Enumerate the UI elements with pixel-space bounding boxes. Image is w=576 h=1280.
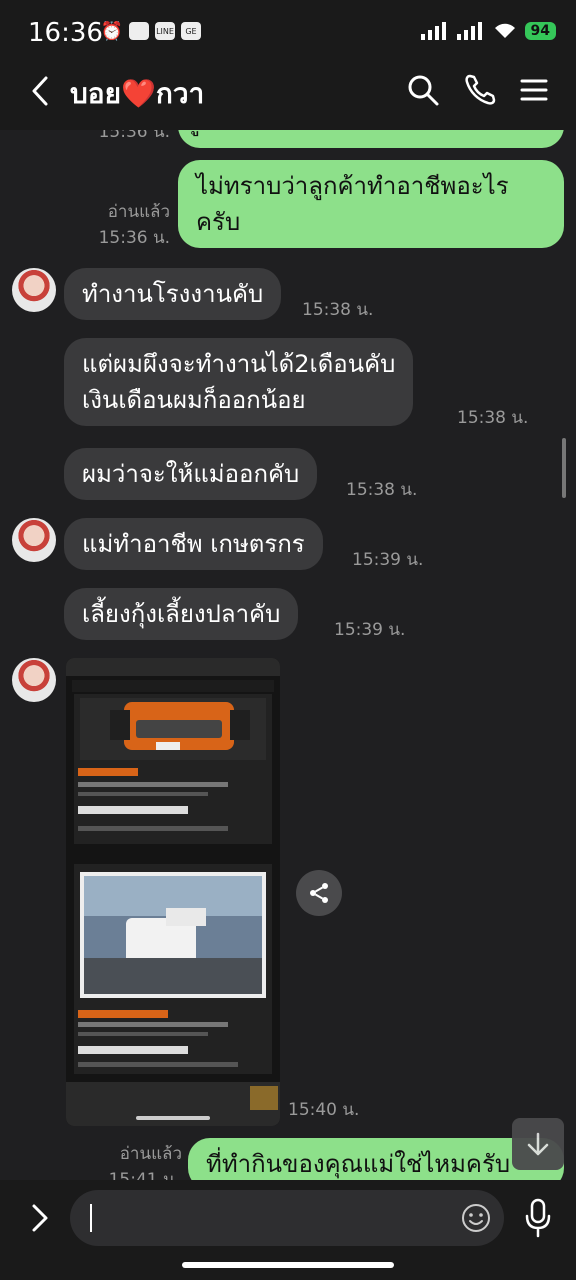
incoming-message[interactable]: เลี้ยงกุ้งเลี้ยงปลาคับ <box>64 588 299 640</box>
status-right-icons: 94 <box>420 22 556 40</box>
share-button[interactable] <box>296 870 342 916</box>
incoming-message[interactable]: แต่ผมผึงจะทำงานได้2เดือนคับ เงินเดือนผมก… <box>64 338 414 426</box>
signal-icon <box>420 22 446 40</box>
avatar[interactable] <box>12 658 56 702</box>
back-icon[interactable] <box>26 74 56 108</box>
message-time: 15:39 น. <box>334 620 406 640</box>
message-time: 15:38 น. <box>302 300 374 320</box>
image-message[interactable] <box>66 658 280 1126</box>
read-receipt: อ่านแล้ว <box>107 202 170 222</box>
incoming-message[interactable]: ผมว่าจะให้แม่ออกคับ <box>64 448 318 500</box>
outgoing-message[interactable]: ที่ทำกินของคุณแม่ใช่ไหมครับ <box>188 1138 564 1180</box>
avatar[interactable] <box>12 268 56 312</box>
search-icon[interactable] <box>405 72 441 108</box>
outgoing-message-partial[interactable]: ู <box>178 130 564 148</box>
home-indicator[interactable] <box>182 1262 394 1268</box>
share-icon <box>310 883 328 903</box>
message-time: 15:38 น. <box>457 408 529 428</box>
ge-notification-icon: GE <box>181 22 201 40</box>
message-text: ที่ทำกินของคุณแม่ใช่ไหมครับ <box>206 1150 511 1178</box>
scrollbar[interactable] <box>562 438 566 498</box>
menu-icon[interactable] <box>516 72 552 108</box>
chat-header: บอย❤️กวา <box>0 52 576 130</box>
read-receipt: อ่านแล้ว <box>119 1144 182 1164</box>
message-input[interactable] <box>70 1190 504 1246</box>
status-left-icons: ⏰ LINE GE <box>100 20 201 42</box>
expand-chevron-icon[interactable] <box>26 1202 54 1234</box>
text-caret <box>90 1204 92 1232</box>
outgoing-message[interactable]: ไม่ทราบว่าลูกค้าทำอาชีพอะไร ครับ <box>178 160 564 248</box>
message-text: แม่ทำอาชีพ เกษตรกร <box>82 530 305 558</box>
message-text: ไม่ทราบว่าลูกค้าทำอาชีพอะไร <box>196 172 509 200</box>
screenshot-image <box>66 658 280 1126</box>
message-time: 15:40 น. <box>288 1100 360 1120</box>
arrow-down-icon <box>527 1132 549 1156</box>
message-list[interactable]: ู 15:36 น. อ่านแล้ว 15:36 น. ไม่ทราบว่าล… <box>0 130 576 1180</box>
notification-square-icon <box>129 22 149 40</box>
message-time: 15:36 น. <box>98 228 170 248</box>
message-text: ครับ <box>196 208 241 236</box>
emoji-icon[interactable] <box>460 1202 492 1234</box>
phone-icon[interactable] <box>462 72 498 108</box>
chat-title[interactable]: บอย❤️กวา <box>70 72 204 116</box>
message-time: 15:41 น. <box>108 1170 180 1180</box>
message-text: เลี้ยงกุ้งเลี้ยงปลาคับ <box>82 600 281 628</box>
avatar[interactable] <box>12 518 56 562</box>
message-text: แต่ผมผึงจะทำงานได้2เดือนคับ <box>82 350 396 378</box>
message-text: เงินเดือนผมก็ออกน้อย <box>82 386 306 414</box>
alarm-clock-icon: ⏰ <box>100 20 124 42</box>
incoming-message[interactable]: แม่ทำอาชีพ เกษตรกร <box>64 518 323 570</box>
scroll-to-bottom-button[interactable] <box>512 1118 564 1170</box>
message-time: 15:38 น. <box>346 480 418 500</box>
incoming-message[interactable]: ทำงานโรงงานคับ <box>64 268 282 320</box>
line-notification-icon: LINE <box>155 22 175 40</box>
wifi-icon <box>494 23 515 38</box>
battery-icon: 94 <box>524 22 556 40</box>
status-bar: 16:36 ⏰ LINE GE 94 <box>0 0 576 52</box>
message-time: 15:39 น. <box>352 550 424 570</box>
message-time: 15:36 น. <box>98 130 170 142</box>
message-text: ทำงานโรงงานคับ <box>82 280 264 308</box>
message-text: ผมว่าจะให้แม่ออกคับ <box>82 460 300 488</box>
microphone-icon[interactable] <box>522 1198 554 1238</box>
status-time: 16:36 <box>28 18 103 48</box>
signal-icon-2 <box>456 22 482 40</box>
